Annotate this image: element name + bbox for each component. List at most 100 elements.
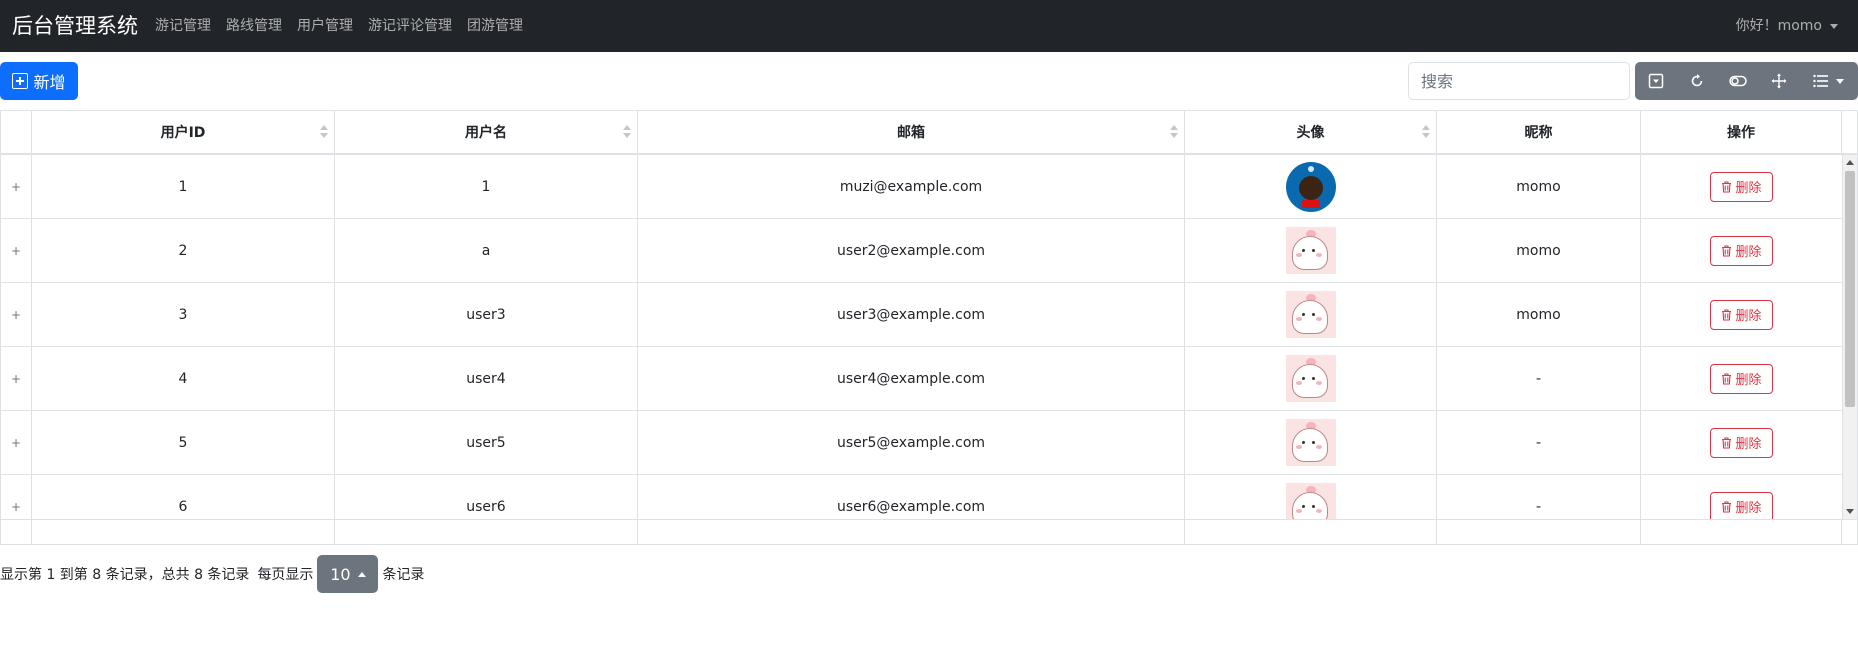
scroll-down-icon[interactable] (1846, 509, 1854, 514)
nav-link-group-tours[interactable]: 团游管理 (467, 17, 523, 36)
delete-button-label: 删除 (1735, 501, 1762, 516)
avatar (1285, 419, 1336, 466)
cell-user-id: 1 (32, 155, 335, 218)
cell-avatar (1185, 283, 1437, 346)
plus-icon: + (10, 499, 22, 514)
cell-user-id: 2 (32, 219, 335, 282)
toggle-dropdown-icon (1648, 73, 1663, 89)
search-input[interactable] (1408, 62, 1630, 100)
expand-toggle[interactable]: + (1, 219, 32, 282)
header-nickname: 昵称 (1437, 111, 1641, 153)
sort-icon (320, 125, 328, 139)
delete-button[interactable]: 删除 (1710, 235, 1773, 266)
cell-username: user3 (335, 283, 638, 346)
cell-actions: 删除 (1641, 155, 1843, 218)
toggle-view-button[interactable] (1717, 62, 1758, 100)
table-row: + 4 user4 user4@example.com - 删除 (1, 347, 1843, 411)
table-header: 用户ID 用户名 邮箱 头像 昵称 操作 (1, 111, 1857, 155)
cell-user-id: 6 (32, 475, 335, 519)
nav-link-travel-notes[interactable]: 游记管理 (155, 17, 211, 36)
avatar (1285, 483, 1336, 519)
table-row: + 5 user5 user5@example.com - 删除 (1, 411, 1843, 475)
header-expand-col (1, 111, 32, 153)
cell-nickname: momo (1437, 283, 1641, 346)
users-table: 用户ID 用户名 邮箱 头像 昵称 操作 + 1 1 muzi@example.… (0, 110, 1858, 545)
cell-nickname: momo (1437, 155, 1641, 218)
expand-toggle[interactable]: + (1, 411, 32, 474)
table-row: + 2 a user2@example.com momo 删除 (1, 219, 1843, 283)
cell-avatar (1185, 155, 1437, 218)
fullscreen-button[interactable] (1758, 62, 1799, 100)
add-button-label: 新增 (33, 73, 66, 92)
table-body: + 1 1 muzi@example.com momo 删除 + 2 a use… (1, 155, 1843, 519)
header-email[interactable]: 邮箱 (638, 111, 1185, 153)
delete-button-label: 删除 (1735, 245, 1762, 260)
cell-email: user2@example.com (638, 219, 1185, 282)
nav-links: 游记管理 路线管理 用户管理 游记评论管理 团游管理 (155, 17, 538, 36)
cell-email: user3@example.com (638, 283, 1185, 346)
sort-icon (1170, 125, 1178, 139)
cell-email: user4@example.com (638, 347, 1185, 410)
cell-username: a (335, 219, 638, 282)
cell-nickname: - (1437, 475, 1641, 519)
trash-icon (1722, 244, 1732, 257)
avatar (1285, 355, 1336, 402)
columns-dropdown-button[interactable] (1799, 62, 1858, 100)
refresh-button[interactable] (1676, 62, 1717, 100)
delete-button[interactable]: 删除 (1710, 363, 1773, 394)
table-row: + 6 user6 user6@example.com - 删除 (1, 475, 1843, 519)
cell-username: user5 (335, 411, 638, 474)
header-avatar[interactable]: 头像 (1185, 111, 1437, 153)
cell-email: user5@example.com (638, 411, 1185, 474)
cell-actions: 删除 (1641, 283, 1843, 346)
toggle-switch-icon (1728, 75, 1747, 87)
user-greeting: 你好！momo (1735, 18, 1822, 34)
cell-actions: 删除 (1641, 347, 1843, 410)
nav-link-users[interactable]: 用户管理 (297, 17, 353, 36)
header-actions-label: 操作 (1727, 125, 1755, 141)
expand-toggle[interactable]: + (1, 283, 32, 346)
sort-icon (623, 125, 631, 139)
avatar (1285, 161, 1336, 212)
trash-icon (1722, 436, 1732, 449)
user-menu-dropdown[interactable]: 你好！momo (1736, 17, 1838, 36)
expand-toggle[interactable]: + (1, 475, 32, 519)
delete-button[interactable]: 删除 (1710, 171, 1773, 202)
columns-list-icon (1813, 74, 1828, 88)
header-user-id[interactable]: 用户ID (32, 111, 335, 153)
plus-square-icon (12, 73, 29, 89)
chevron-up-icon (357, 571, 366, 577)
trash-icon (1722, 500, 1732, 513)
avatar (1285, 227, 1336, 274)
scrollbar-thumb[interactable] (1845, 171, 1855, 407)
scroll-up-icon[interactable] (1846, 160, 1854, 165)
brand-title[interactable]: 后台管理系统 (12, 12, 138, 40)
header-nickname-label: 昵称 (1524, 125, 1553, 141)
table-scrollbar[interactable] (1843, 155, 1857, 519)
delete-button[interactable]: 删除 (1710, 427, 1773, 458)
toggle-dropdown-button[interactable] (1635, 62, 1676, 100)
nav-link-note-comments[interactable]: 游记评论管理 (368, 17, 452, 36)
delete-button[interactable]: 删除 (1710, 299, 1773, 330)
cell-avatar (1185, 347, 1437, 410)
cell-nickname: - (1437, 411, 1641, 474)
delete-button-label: 删除 (1735, 181, 1762, 196)
delete-button[interactable]: 删除 (1710, 491, 1773, 519)
page-size-value: 10 (330, 564, 351, 584)
cell-user-id: 3 (32, 283, 335, 346)
cell-nickname: - (1437, 347, 1641, 410)
nav-link-routes[interactable]: 路线管理 (226, 17, 282, 36)
pagination-bar: 显示第 1 到第 8 条记录，总共 8 条记录 每页显示 10 条记录 (0, 555, 424, 593)
expand-toggle[interactable]: + (1, 347, 32, 410)
cell-username: user6 (335, 475, 638, 519)
plus-icon: + (10, 371, 22, 386)
header-username[interactable]: 用户名 (335, 111, 638, 153)
page-size-dropdown[interactable]: 10 (317, 555, 379, 593)
refresh-icon (1691, 74, 1702, 87)
cell-nickname: momo (1437, 219, 1641, 282)
header-email-label: 邮箱 (897, 125, 925, 141)
add-button[interactable]: 新增 (0, 62, 78, 100)
expand-toggle[interactable]: + (1, 155, 32, 218)
cell-avatar (1185, 219, 1437, 282)
avatar (1285, 291, 1336, 338)
